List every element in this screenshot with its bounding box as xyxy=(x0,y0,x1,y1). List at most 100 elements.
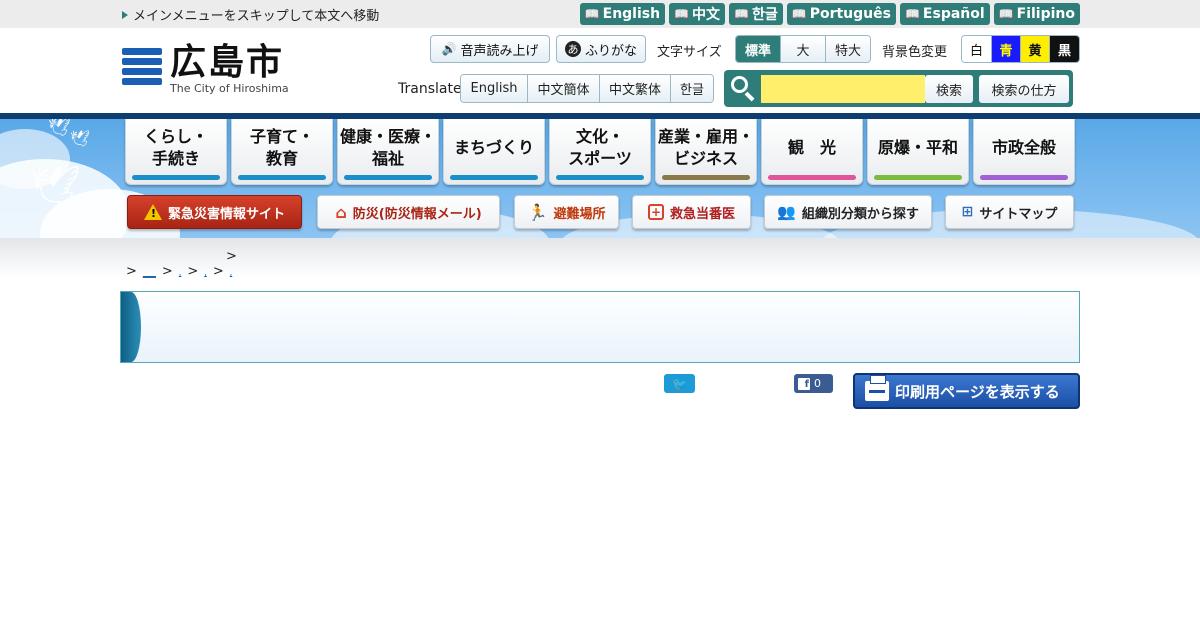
book-icon: 📖 xyxy=(584,7,600,21)
search-button[interactable]: 検索 xyxy=(925,75,973,103)
evacuation-button[interactable]: 🏃 避難場所 xyxy=(514,195,619,229)
gnav-color-bar xyxy=(980,175,1068,180)
gnav-item-6[interactable]: 産業・雇用・ ビジネス xyxy=(655,119,757,185)
read-aloud-button[interactable]: 🔊 音声読み上げ xyxy=(430,35,550,63)
facebook-icon: f xyxy=(798,377,810,390)
lang-label: English xyxy=(602,6,661,22)
print-button-label: 印刷用ページを表示する xyxy=(895,382,1060,401)
dove-icon: 🕊 xyxy=(70,129,91,148)
disaster-mail-button[interactable]: ⌂ 防災(防災情報メール) xyxy=(317,195,500,229)
house-icon: ⌂ xyxy=(335,202,347,222)
gnav-item-5[interactable]: 文化・ スポーツ xyxy=(549,119,651,185)
gnav-color-bar xyxy=(132,175,220,180)
disaster-mail-label: 防災(防災情報メール) xyxy=(352,206,482,222)
gnav-label: 子育て・ 教育 xyxy=(249,126,314,168)
gnav-label: くらし・ 手続き xyxy=(143,126,208,168)
emergency-disaster-button[interactable]: 緊急災害情報サイト xyxy=(127,195,302,229)
breadcrumb-separator: > xyxy=(212,264,224,279)
facebook-share-button[interactable]: f 0 xyxy=(794,374,833,393)
gnav-item-8[interactable]: 原爆・平和 xyxy=(867,119,969,185)
sitemap-button[interactable]: ⊞ サイトマップ xyxy=(945,195,1074,229)
org-search-button[interactable]: 👥 組織別分類から探す xyxy=(764,195,932,229)
print-page-button[interactable]: 印刷用ページを表示する xyxy=(853,373,1080,409)
translate-zh-traditional[interactable]: 中文繁体 xyxy=(600,75,671,102)
running-person-icon: 🏃 xyxy=(527,202,548,222)
breadcrumb-home-link[interactable]: __ xyxy=(143,264,156,279)
translate-korean[interactable]: 한글 xyxy=(671,75,713,102)
lang-english[interactable]: 📖 English xyxy=(579,3,666,25)
breadcrumb-separator: > xyxy=(126,264,137,279)
gnav-item-2[interactable]: 子育て・ 教育 xyxy=(231,119,333,185)
gnav-item-7[interactable]: 観 光 xyxy=(761,119,863,185)
translate-label: Translate xyxy=(398,81,462,97)
dove-icon: 🕊 xyxy=(48,119,71,138)
font-size-standard[interactable]: 標準 xyxy=(736,36,781,62)
gnav-label: 文化・ スポーツ xyxy=(568,126,632,168)
breadcrumb-link[interactable]: , xyxy=(204,268,207,277)
translate-zh-simplified[interactable]: 中文簡体 xyxy=(528,75,600,102)
org-search-label: 組織別分類から探す xyxy=(801,206,919,222)
bg-black[interactable]: 黒 xyxy=(1050,36,1079,62)
breadcrumb-separator: > xyxy=(187,264,199,279)
bg-color-label: 背景色変更 xyxy=(882,45,948,60)
top-strip: メインメニューをスキップして本文へ移動 📖 English 📖 中文 📖 한글 📖 Po… xyxy=(0,0,1200,28)
dove-icon: 🕊 xyxy=(30,164,81,210)
gnav-label: 観 光 xyxy=(787,137,836,157)
sitemap-icon: ⊞ xyxy=(961,204,974,220)
gnav-item-3[interactable]: 健康・医療・ 福祉 xyxy=(337,119,439,185)
book-icon: 📖 xyxy=(734,7,749,21)
logo-title: 広島市 xyxy=(170,41,285,83)
lang-label: Português xyxy=(809,6,891,22)
page-title-box xyxy=(120,291,1080,363)
breadcrumb-separator: > xyxy=(226,249,237,264)
emergency-label: 緊急災害情報サイト xyxy=(167,206,285,222)
bg-yellow[interactable]: 黄 xyxy=(1021,36,1050,62)
search-input[interactable] xyxy=(761,75,925,103)
furigana-icon: あ xyxy=(564,41,581,57)
read-aloud-label: 音声読み上げ xyxy=(460,43,539,59)
people-icon: 👥 xyxy=(777,203,796,221)
gnav-color-bar xyxy=(874,175,962,180)
furigana-button[interactable]: あ ふりがな xyxy=(556,35,646,63)
logo-subtitle: The City of Hiroshima xyxy=(170,82,289,95)
lang-label: Español xyxy=(922,6,985,22)
lang-portuguese[interactable]: 📖 Português xyxy=(786,3,896,25)
lang-spanish[interactable]: 📖 Español xyxy=(899,3,990,25)
site-logo[interactable]: 広島市 The City of Hiroshima xyxy=(122,42,297,98)
font-size-selector: 標準 大 特大 xyxy=(735,35,871,63)
furigana-label: ふりがな xyxy=(584,43,637,59)
first-aid-icon: + xyxy=(647,204,664,220)
gnav-item-4[interactable]: まちづくり xyxy=(443,119,545,185)
translate-english[interactable]: English xyxy=(461,75,528,102)
breadcrumb-link[interactable]: , xyxy=(179,268,182,277)
gnav-label: 原爆・平和 xyxy=(877,137,958,157)
font-size-large[interactable]: 大 xyxy=(781,36,826,62)
breadcrumb-link[interactable]: , xyxy=(230,268,233,277)
book-icon: 📖 xyxy=(998,7,1014,21)
bg-blue[interactable]: 青 xyxy=(992,36,1021,62)
search-icon xyxy=(728,74,758,102)
gnav-item-1[interactable]: くらし・ 手続き xyxy=(125,119,227,185)
gnav-label: 健康・医療・ 福祉 xyxy=(339,126,436,168)
language-links: 📖 English 📖 中文 📖 한글 📖 Português 📖 Español 📖 Fi… xyxy=(579,3,1080,25)
gnav-color-bar xyxy=(238,175,326,180)
lang-chinese[interactable]: 📖 中文 xyxy=(669,3,726,25)
emergency-doctor-label: 救急当番医 xyxy=(669,206,735,222)
gnav-item-9[interactable]: 市政全般 xyxy=(973,119,1075,185)
book-icon: 📖 xyxy=(904,7,920,21)
gnav-color-bar xyxy=(450,175,538,180)
gnav-label: 産業・雇用・ ビジネス xyxy=(657,126,754,168)
translate-selector: English 中文簡体 中文繁体 한글 xyxy=(460,74,714,103)
lang-korean[interactable]: 📖 한글 xyxy=(729,3,783,25)
emergency-doctor-button[interactable]: + 救急当番医 xyxy=(632,195,751,229)
bg-white[interactable]: 白 xyxy=(962,36,992,62)
lang-label: 한글 xyxy=(751,7,778,23)
search-help-button[interactable]: 検索の仕方 xyxy=(979,75,1069,103)
font-size-xlarge[interactable]: 特大 xyxy=(826,36,870,62)
skip-link-label: メインメニューをスキップして本文へ移動 xyxy=(133,9,380,24)
lang-label: Filipino xyxy=(1016,6,1075,22)
skip-link[interactable]: メインメニューをスキップして本文へ移動 xyxy=(122,5,379,24)
twitter-share-button[interactable]: 🐦 xyxy=(664,374,695,393)
city-emblem-icon xyxy=(122,48,162,86)
lang-filipino[interactable]: 📖 Filipino xyxy=(993,3,1080,25)
